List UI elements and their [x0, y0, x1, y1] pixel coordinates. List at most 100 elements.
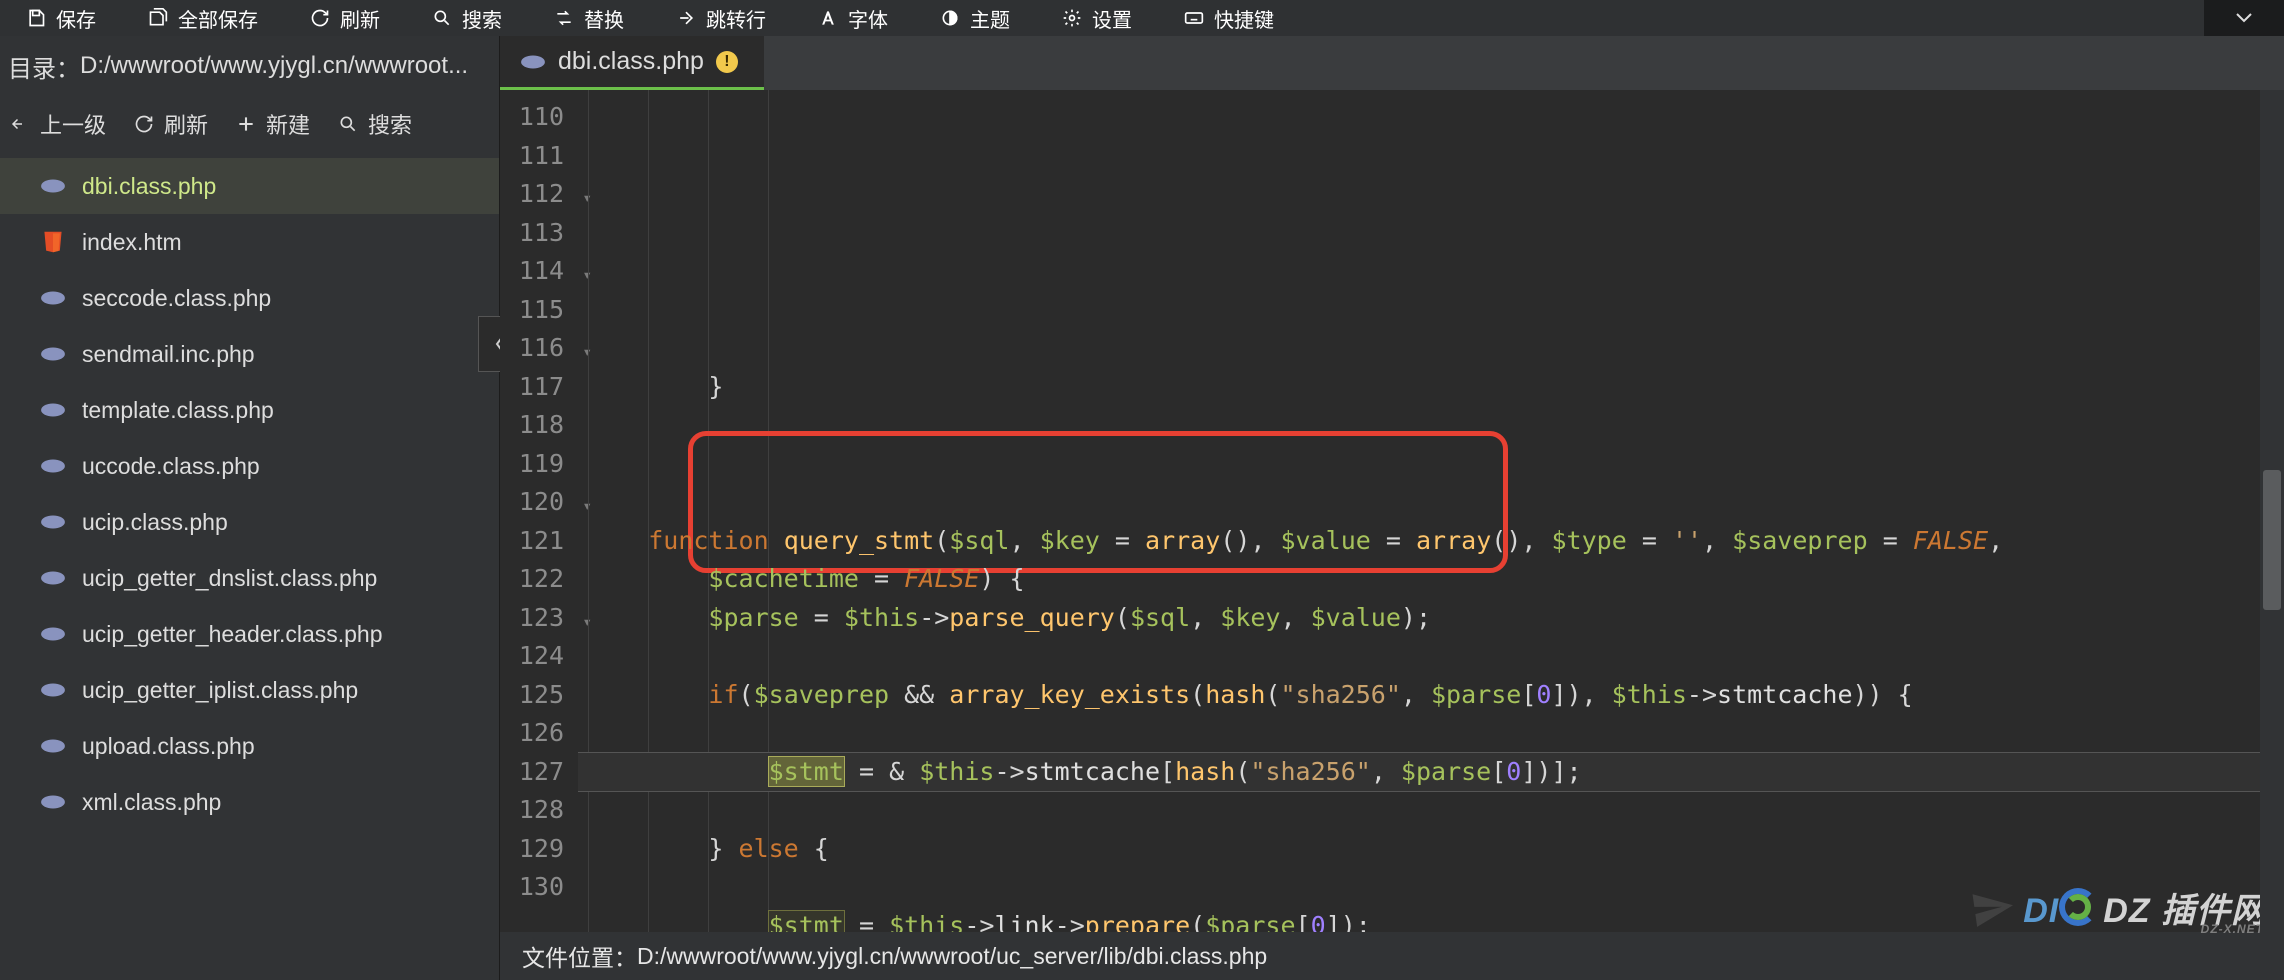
- line-number[interactable]: 125: [500, 676, 578, 715]
- line-number[interactable]: 118: [500, 406, 578, 445]
- line-number[interactable]: 124: [500, 637, 578, 676]
- line-number[interactable]: 112: [500, 175, 578, 214]
- file-name: ucip.class.php: [82, 509, 228, 536]
- top-toolbar: 保存 全部保存 刷新 搜索 替换 跳转行 字体 主题: [0, 0, 2284, 36]
- goto-label: 跳转行: [706, 4, 766, 33]
- refresh-button[interactable]: 刷新: [284, 0, 406, 36]
- php-file-icon: [40, 789, 66, 815]
- theme-label: 主题: [970, 4, 1010, 33]
- file-name: ucip_getter_header.class.php: [82, 621, 383, 648]
- status-label: 文件位置：: [522, 939, 637, 973]
- line-number[interactable]: 129: [500, 830, 578, 869]
- html-file-icon: [40, 229, 66, 255]
- sidebar-actions: 上一级 刷新 新建 搜索: [0, 96, 499, 152]
- line-number[interactable]: 121: [500, 522, 578, 561]
- file-item[interactable]: ucip_getter_dnslist.class.php: [0, 550, 499, 606]
- settings-button[interactable]: 设置: [1036, 0, 1158, 36]
- file-item[interactable]: upload.class.php: [0, 718, 499, 774]
- theme-button[interactable]: 主题: [914, 0, 1036, 36]
- php-file-icon: [40, 733, 66, 759]
- file-item[interactable]: xml.class.php: [0, 774, 499, 830]
- refresh-label: 刷新: [340, 4, 380, 33]
- line-number[interactable]: 127: [500, 753, 578, 792]
- line-number[interactable]: 120: [500, 483, 578, 522]
- file-name: template.class.php: [82, 397, 274, 424]
- line-number[interactable]: 126: [500, 714, 578, 753]
- file-name: seccode.class.php: [82, 285, 271, 312]
- editor-tabs: dbi.class.php !: [500, 36, 2284, 90]
- warning-icon: !: [716, 51, 738, 73]
- goto-button[interactable]: 跳转行: [650, 0, 792, 36]
- file-name: dbi.class.php: [82, 173, 216, 200]
- file-item[interactable]: ucip_getter_iplist.class.php: [0, 662, 499, 718]
- vertical-scrollbar[interactable]: [2260, 90, 2284, 932]
- directory-path: 目录： D:/wwwroot/www.yjygl.cn/wwwroot...: [0, 36, 499, 96]
- line-gutter[interactable]: 1101111121131141151161171181191201211221…: [500, 90, 578, 932]
- php-file-icon: [40, 453, 66, 479]
- search-label: 搜索: [462, 4, 502, 33]
- status-bar: 文件位置： D:/wwwroot/www.yjygl.cn/wwwroot/uc…: [500, 932, 2284, 980]
- save-button[interactable]: 保存: [0, 0, 122, 36]
- php-file-icon: [520, 53, 546, 71]
- line-number[interactable]: 110: [500, 98, 578, 137]
- sidebar-search-button[interactable]: 搜索: [338, 108, 412, 140]
- code-wrap: 1101111121131141151161171181191201211221…: [500, 90, 2284, 932]
- code-editor[interactable]: } function query_stmt($sql, $key = array…: [578, 90, 2284, 932]
- file-name: index.htm: [82, 229, 182, 256]
- line-number[interactable]: 123: [500, 599, 578, 638]
- file-name: sendmail.inc.php: [82, 341, 255, 368]
- status-path: D:/wwwroot/www.yjygl.cn/wwwroot/uc_serve…: [637, 943, 1267, 970]
- line-number[interactable]: 122: [500, 560, 578, 599]
- file-item[interactable]: dbi.class.php: [0, 158, 499, 214]
- gear-icon: [1062, 8, 1082, 28]
- line-number[interactable]: 116: [500, 329, 578, 368]
- line-number[interactable]: 115: [500, 291, 578, 330]
- up-label: 上一级: [40, 108, 106, 140]
- scrollbar-thumb[interactable]: [2263, 470, 2281, 610]
- php-file-icon: [40, 565, 66, 591]
- file-item[interactable]: template.class.php: [0, 382, 499, 438]
- search-icon: [432, 8, 452, 28]
- tab-title: dbi.class.php: [558, 47, 704, 76]
- shortcuts-button[interactable]: 快捷键: [1158, 0, 1300, 36]
- line-number[interactable]: 117: [500, 368, 578, 407]
- sidebar-search-label: 搜索: [368, 108, 412, 140]
- file-item[interactable]: ucip.class.php: [0, 494, 499, 550]
- php-file-icon: [40, 285, 66, 311]
- replace-label: 替换: [584, 4, 624, 33]
- refresh-icon: [134, 114, 154, 134]
- file-list[interactable]: dbi.class.php index.htm seccode.class.php s…: [0, 152, 499, 980]
- line-number[interactable]: 128: [500, 791, 578, 830]
- search-icon: [338, 114, 358, 134]
- save-all-button[interactable]: 全部保存: [122, 0, 284, 36]
- file-item[interactable]: seccode.class.php: [0, 270, 499, 326]
- php-file-icon: [40, 621, 66, 647]
- file-name: uccode.class.php: [82, 453, 260, 480]
- directory-label: 目录：: [8, 49, 80, 84]
- line-number[interactable]: 114: [500, 252, 578, 291]
- line-number[interactable]: 113: [500, 214, 578, 253]
- font-button[interactable]: 字体: [792, 0, 914, 36]
- php-file-icon: [40, 341, 66, 367]
- file-name: ucip_getter_iplist.class.php: [82, 677, 358, 704]
- line-number[interactable]: 130: [500, 868, 578, 907]
- line-number[interactable]: 111: [500, 137, 578, 176]
- new-button[interactable]: 新建: [236, 108, 310, 140]
- file-item[interactable]: sendmail.inc.php: [0, 326, 499, 382]
- replace-icon: [554, 8, 574, 28]
- file-item[interactable]: index.htm: [0, 214, 499, 270]
- sidebar-refresh-button[interactable]: 刷新: [134, 108, 208, 140]
- refresh-icon: [310, 8, 330, 28]
- replace-button[interactable]: 替换: [528, 0, 650, 36]
- file-item[interactable]: uccode.class.php: [0, 438, 499, 494]
- tab-dbi-class-php[interactable]: dbi.class.php !: [500, 36, 764, 90]
- file-item[interactable]: ucip_getter_header.class.php: [0, 606, 499, 662]
- toolbar-menu-button[interactable]: [2204, 0, 2284, 36]
- up-level-button[interactable]: 上一级: [8, 108, 106, 140]
- plus-icon: [236, 114, 256, 134]
- file-name: upload.class.php: [82, 733, 255, 760]
- file-sidebar: 目录： D:/wwwroot/www.yjygl.cn/wwwroot... 上…: [0, 36, 500, 980]
- search-button[interactable]: 搜索: [406, 0, 528, 36]
- line-number[interactable]: 119: [500, 445, 578, 484]
- directory-value: D:/wwwroot/www.yjygl.cn/wwwroot...: [80, 52, 491, 80]
